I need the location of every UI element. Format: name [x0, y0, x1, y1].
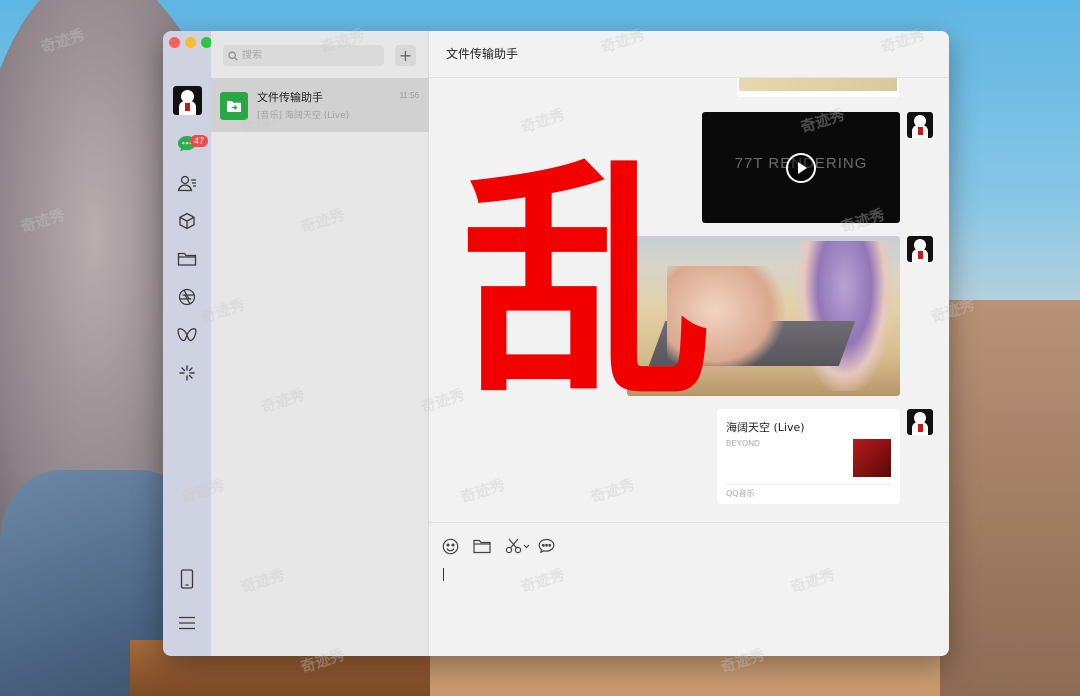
bubble-icon[interactable]: [537, 537, 555, 555]
album-cover: [853, 439, 891, 477]
cube-icon[interactable]: [177, 211, 197, 231]
text-caret[interactable]: [443, 568, 444, 581]
minimize-button[interactable]: [185, 37, 196, 48]
play-icon[interactable]: [786, 153, 816, 183]
chat-preview: [音乐] 海阔天空 (Live): [257, 111, 350, 121]
search-box[interactable]: [223, 45, 384, 66]
music-source: QQ音乐: [726, 489, 755, 498]
file-icon[interactable]: [473, 537, 491, 555]
previous-message-card[interactable]: [737, 78, 899, 97]
music-divider: [726, 484, 891, 485]
aperture-icon[interactable]: [177, 287, 197, 307]
conversation-title: 文件传输助手: [446, 47, 519, 61]
video-message[interactable]: 77T RENDERING: [702, 112, 900, 223]
spark-icon[interactable]: [177, 363, 197, 383]
message-avatar[interactable]: [907, 112, 933, 138]
message-avatar[interactable]: [907, 409, 933, 435]
chat-list-panel: + 文件传输助手 11:56 [音乐] 海阔天空 (Live): [211, 31, 429, 656]
music-title: 海阔天空 (Live): [726, 421, 805, 434]
music-message[interactable]: 海阔天空 (Live) BEYOND QQ音乐: [717, 409, 900, 504]
chat-list-item[interactable]: 文件传输助手 11:56 [音乐] 海阔天空 (Live): [211, 78, 429, 132]
scissors-icon[interactable]: [505, 537, 531, 555]
emoji-icon[interactable]: [441, 537, 459, 555]
file-transfer-icon: [220, 92, 248, 120]
folder-icon[interactable]: [177, 249, 197, 269]
butterfly-icon[interactable]: [177, 325, 197, 345]
overlay-red-character: 乱: [462, 139, 712, 430]
chat-time: 11:56: [399, 91, 419, 100]
conversation-header: 文件传输助手: [429, 31, 949, 78]
music-artist: BEYOND: [726, 439, 760, 448]
close-button[interactable]: [169, 37, 180, 48]
nav-rail: 47: [163, 31, 212, 656]
menu-icon[interactable]: [177, 613, 197, 633]
phone-icon[interactable]: [177, 569, 197, 589]
traffic-lights: [169, 37, 212, 48]
user-avatar[interactable]: [173, 86, 202, 115]
search-icon: [228, 46, 238, 65]
search-input[interactable]: [242, 50, 372, 61]
wallpaper-right: [940, 300, 1080, 696]
add-button[interactable]: +: [395, 45, 416, 66]
message-composer[interactable]: [429, 522, 949, 656]
contacts-icon[interactable]: [177, 173, 197, 193]
message-avatar[interactable]: [907, 236, 933, 262]
chat-title: 文件传输助手: [257, 91, 323, 104]
unread-badge: 47: [190, 135, 208, 147]
